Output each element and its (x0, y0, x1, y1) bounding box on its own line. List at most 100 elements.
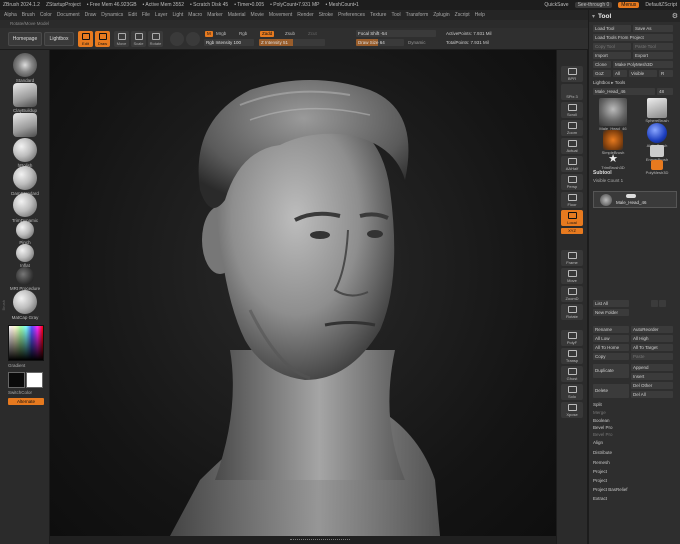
menu-dynamics[interactable]: Dynamics (101, 12, 123, 18)
rgb-intensity-slider[interactable]: Rgb Intensity 100 (204, 39, 254, 46)
menu-zscript[interactable]: Zscript (455, 12, 470, 18)
current-tool-slider[interactable]: Male_Head_46 (593, 88, 655, 95)
rotate-mode-button[interactable]: Rotate (148, 31, 163, 47)
main-color-swatch[interactable] (8, 372, 25, 388)
m-toggle[interactable]: M (205, 31, 213, 37)
draw-size-slider[interactable]: Draw Size 64 (356, 39, 404, 46)
boolean-item[interactable]: Boolean (593, 418, 610, 423)
del-other-button[interactable]: Del Other (631, 382, 673, 389)
menu-color[interactable]: Color (40, 12, 52, 18)
switch-color-button[interactable]: SwitchColor (8, 390, 32, 395)
ghost-button[interactable]: Ghost (561, 366, 583, 382)
tool-thumb-spherebrush[interactable]: SphereBrush (639, 98, 675, 123)
menu-marker[interactable]: Marker (207, 12, 223, 18)
import-button[interactable]: Import (593, 52, 631, 59)
brush-mrt-procedure[interactable]: MRt Procedure (6, 267, 44, 291)
gyro-icon[interactable] (170, 32, 184, 46)
load-tool-button[interactable]: Load Tool (593, 25, 631, 32)
remesh-item[interactable]: Remesh (593, 460, 610, 465)
subtool-row[interactable]: Male_Head_46 (593, 191, 677, 208)
menu-document[interactable]: Document (57, 12, 80, 18)
copy-button[interactable]: Copy (593, 353, 629, 360)
r-button[interactable]: R (659, 70, 673, 77)
lightbox-button[interactable]: Lightbox (44, 32, 74, 46)
clone-button[interactable]: Clone (593, 61, 611, 68)
mrgb-toggle[interactable]: Mrgb (214, 31, 228, 37)
default-script-button[interactable]: DefaultZScript (645, 2, 677, 8)
quicksave-button[interactable]: QuickSave (544, 2, 568, 8)
all-button[interactable]: All (613, 70, 627, 77)
secondary-color-swatch[interactable] (26, 372, 43, 388)
material-sphere-icon[interactable] (186, 32, 200, 46)
brush-claybuildup[interactable]: ClayBuildup (6, 83, 44, 113)
scale-mode-button[interactable]: Scale (131, 31, 146, 47)
rgb-toggle[interactable]: Rgb (237, 31, 249, 37)
copy-tool-button[interactable]: Copy Tool (593, 43, 631, 50)
insert-button[interactable]: Insert (631, 373, 673, 380)
append-button[interactable]: Append (631, 364, 673, 371)
alternate-button[interactable]: Alternate (8, 398, 44, 405)
actual-button[interactable]: Actual (561, 138, 583, 154)
menu-light[interactable]: Light (172, 12, 183, 18)
menu-draw[interactable]: Draw (85, 12, 97, 18)
menu-render[interactable]: Render (297, 12, 313, 18)
all-to-target-button[interactable]: All To Target (631, 344, 673, 351)
tool-thumb-trimbrush3d[interactable]: ★ TrimBrush3D (595, 153, 631, 170)
menu-stroke[interactable]: Stroke (319, 12, 333, 18)
all-high-button[interactable]: All High (631, 335, 673, 342)
see-through-slider[interactable]: See-through 0 (574, 2, 613, 8)
split-item[interactable]: Split (593, 402, 602, 407)
menu-movie[interactable]: Movie (251, 12, 264, 18)
material-matcap-gray[interactable]: MatCap Gray (6, 290, 44, 320)
persp-button[interactable]: Persp (561, 174, 583, 190)
menu-movement[interactable]: Movement (269, 12, 292, 18)
menu-layer[interactable]: Layer (155, 12, 168, 18)
align-item[interactable]: Align (593, 440, 603, 445)
rotate-button[interactable]: Rotate (561, 304, 583, 320)
menu-file[interactable]: File (142, 12, 150, 18)
lightbox-tools-button[interactable]: Lightbox ▸ Tools (593, 80, 625, 86)
color-picker[interactable] (8, 325, 44, 361)
rename-button[interactable]: Rename (593, 326, 629, 333)
new-folder-button[interactable]: New Folder (593, 309, 629, 316)
brush-trimdynamic[interactable]: TrimDynamic (6, 193, 44, 223)
draw-mode-button[interactable]: Draw (95, 31, 110, 47)
subtool-section-title[interactable]: Subtool (593, 170, 612, 176)
solo-button[interactable]: Solo (561, 384, 583, 400)
tool-thumb-polymesh3d[interactable]: PolyMesh3D (639, 160, 675, 175)
tool-thumb-male-head[interactable]: Male_Head_46 (595, 98, 631, 131)
load-tools-from-project-button[interactable]: Load Tools From Project (593, 34, 673, 41)
menu-transform[interactable]: Transform (406, 12, 429, 18)
move-mode-button[interactable]: Move (114, 31, 129, 47)
all-low-button[interactable]: All Low (593, 335, 629, 342)
menu-edit[interactable]: Edit (128, 12, 137, 18)
xyz-button[interactable]: XYZ (561, 228, 583, 234)
collapse-icon[interactable]: ▾ (592, 13, 595, 20)
spix-button[interactable]: SPix 3 (561, 84, 583, 100)
zsub-toggle[interactable]: Zsub (283, 31, 297, 37)
menu-macro[interactable]: Macro (188, 12, 202, 18)
menu-texture[interactable]: Texture (370, 12, 386, 18)
viewport-canvas[interactable] (50, 50, 556, 536)
z-intensity-slider[interactable]: Z Intensity 51 (259, 39, 325, 46)
menu-preferences[interactable]: Preferences (338, 12, 365, 18)
dynamic-toggle[interactable]: Dynamic (406, 39, 438, 46)
bevel-pro-item-2[interactable]: Bevel Pro (593, 432, 613, 437)
xpose-button[interactable]: Xpose (561, 402, 583, 418)
make-polymesh-button[interactable]: Make PolyMesh3D (613, 61, 673, 68)
eye-icon[interactable] (626, 194, 636, 198)
focal-shift-slider[interactable]: Focal Shift -54 (356, 30, 436, 37)
zoom3d-button[interactable]: ZoomD (561, 286, 583, 302)
list-all-button[interactable]: List All (593, 300, 629, 307)
menu-zplugin[interactable]: Zplugin (433, 12, 449, 18)
frame-button[interactable]: Frame (561, 250, 583, 266)
brush-hpolish[interactable]: hPolish (6, 138, 44, 168)
bpr-button[interactable]: BPR (561, 66, 583, 82)
move-button[interactable]: Move (561, 268, 583, 284)
delete-button[interactable]: Delete (593, 384, 629, 398)
project-item-2[interactable]: Project (593, 478, 607, 483)
export-button[interactable]: Export (633, 52, 673, 59)
aahalf-button[interactable]: AAHalf (561, 156, 583, 172)
del-all-button[interactable]: Del All (631, 391, 673, 398)
floor-button[interactable]: Floor (561, 192, 583, 208)
